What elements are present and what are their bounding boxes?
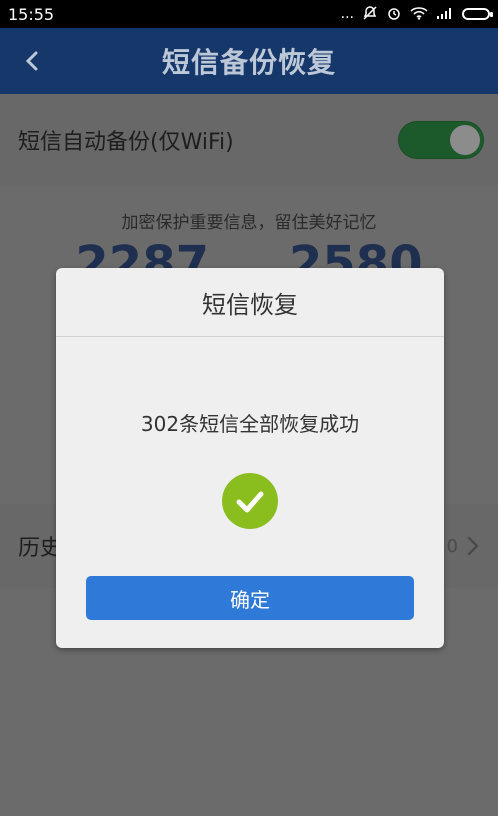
confirm-button[interactable]: 确定 [86,576,414,620]
app-header: 短信备份恢复 [0,28,498,94]
battery-icon [462,8,493,20]
back-button[interactable] [16,44,50,78]
status-icons: ... [340,5,493,24]
status-bar: 15:55 ... [0,0,498,28]
history-right-text: 0 [446,535,458,557]
page-title: 短信备份恢复 [161,46,336,79]
auto-backup-toggle[interactable] [398,121,484,159]
alarm-icon [386,5,402,24]
dialog-message: 302条短信全部恢复成功 [140,412,360,436]
checkmark-icon [236,491,264,513]
slogan-text: 加密保护重要信息，留住美好记忆 [121,213,377,233]
auto-backup-label: 短信自动备份(仅WiFi) [18,130,234,155]
mute-icon [362,5,378,24]
dialog-title: 短信恢复 [56,268,444,337]
signal-icon [436,6,454,23]
auto-backup-setting: 短信自动备份(仅WiFi) [0,94,498,186]
history-right: 0 [447,536,480,557]
status-dots: ... [340,6,354,22]
wifi-icon [410,6,428,23]
checkmark-circle-icon [222,473,278,529]
toggle-knob [450,125,480,155]
chevron-left-icon [25,51,38,71]
restore-dialog: 短信恢复 302条短信全部恢复成功 确定 [56,268,444,648]
status-time: 15:55 [8,4,55,24]
chevron-right-icon [467,536,479,556]
